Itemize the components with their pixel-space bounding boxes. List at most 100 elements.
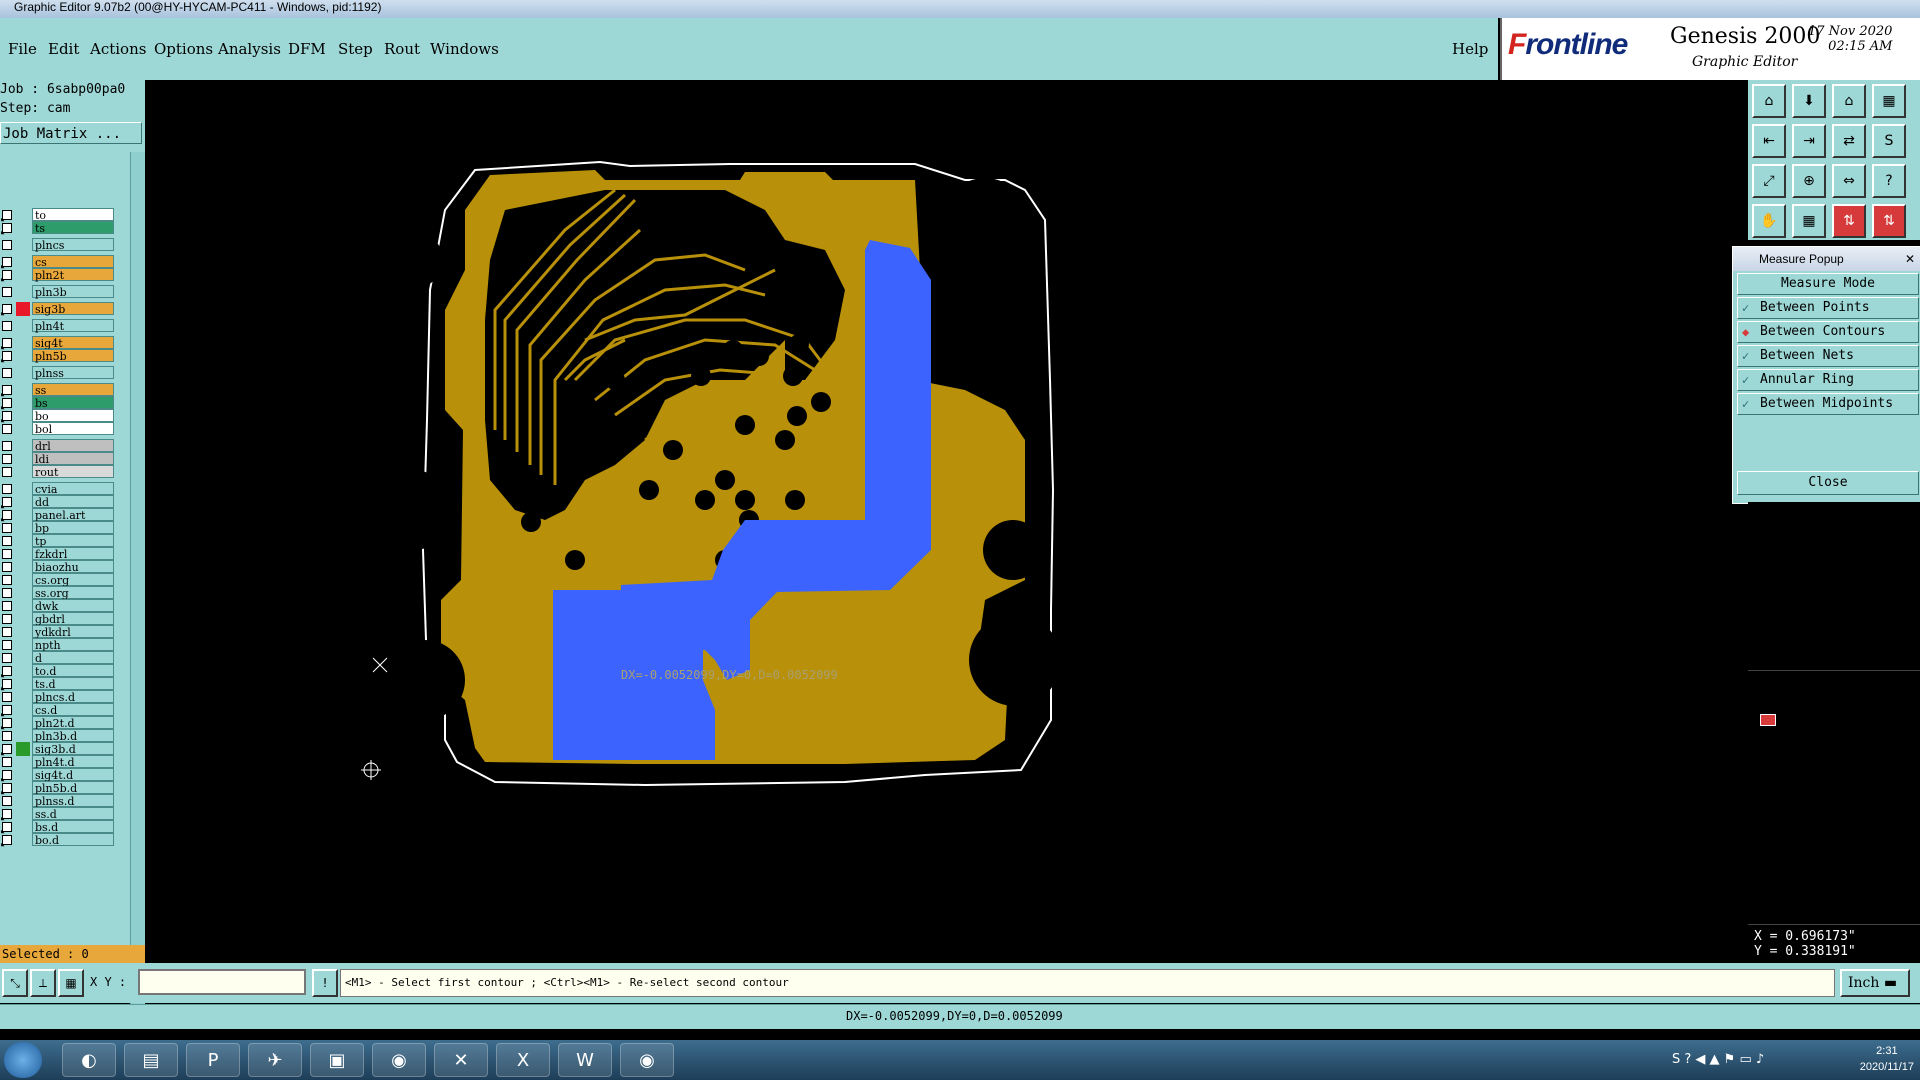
layer-color-swatch[interactable] — [16, 833, 30, 847]
taskbar-app-genesis-icon[interactable]: ◉ — [620, 1043, 674, 1077]
menu-actions[interactable]: Actions — [90, 40, 146, 58]
layer-row[interactable]: panel.art⬋ — [0, 508, 118, 527]
layer-name[interactable]: d — [32, 651, 114, 665]
menu-options[interactable]: Options — [154, 40, 213, 58]
layer-row[interactable]: ss.d⬋ — [0, 807, 118, 826]
layer-checkbox[interactable] — [2, 368, 12, 378]
layer-name[interactable]: ss.d — [32, 807, 114, 821]
layer-name[interactable]: pln5b.d — [32, 781, 114, 795]
menu-edit[interactable]: Edit — [48, 40, 79, 58]
layer-color-swatch[interactable] — [16, 599, 30, 613]
xy-input[interactable] — [138, 969, 306, 995]
layer-row[interactable]: bol — [0, 422, 118, 436]
layer-row[interactable]: npth — [0, 638, 118, 652]
layer-color-swatch[interactable] — [16, 586, 30, 600]
layer-name[interactable]: dd — [32, 495, 114, 509]
layer-row[interactable]: sig4t.d⬋ — [0, 768, 118, 787]
layer-row[interactable]: pln2t.d⬋ — [0, 716, 118, 735]
layer-checkbox[interactable] — [2, 467, 12, 477]
layer-color-swatch[interactable] — [16, 612, 30, 626]
layer-name[interactable]: cs — [32, 255, 114, 269]
layer-row[interactable]: ydkdrl — [0, 625, 118, 639]
layer-checkbox[interactable] — [2, 287, 12, 297]
layer-color-swatch[interactable] — [16, 208, 30, 222]
layer-name[interactable]: ldi — [32, 452, 114, 466]
layer-name[interactable]: pln3b — [32, 285, 114, 299]
layer-checkbox[interactable] — [2, 601, 12, 611]
layer-checkbox[interactable] — [2, 398, 12, 408]
layer-name[interactable]: bs.d — [32, 820, 114, 834]
pcb-view[interactable]: DX=-0.0052099,DY=0,D=0.0052099 — [145, 80, 1747, 960]
layer-checkbox[interactable] — [2, 627, 12, 637]
layer-name[interactable]: bo — [32, 409, 114, 423]
taskbar-app-shell-icon[interactable]: ◐ — [62, 1043, 116, 1077]
layer-color-swatch[interactable] — [16, 285, 30, 299]
layer-color-swatch[interactable] — [16, 781, 30, 795]
layer-checkbox[interactable] — [2, 705, 12, 715]
layer-checkbox[interactable] — [2, 549, 12, 559]
layer-row[interactable]: ts.d⬋ — [0, 677, 118, 696]
layer-checkbox[interactable] — [2, 304, 12, 314]
layer-color-swatch[interactable] — [16, 625, 30, 639]
layer-color-swatch[interactable] — [16, 651, 30, 665]
layer-row[interactable]: bo.d⬋ — [0, 833, 118, 852]
layer-name[interactable]: rout — [32, 465, 114, 479]
layer-checkbox[interactable] — [2, 731, 12, 741]
layer-name[interactable]: bo.d — [32, 833, 114, 847]
layer-row[interactable]: bo⬋ — [0, 409, 118, 428]
taskbar-app-excel-icon[interactable]: X — [496, 1043, 550, 1077]
layer-name[interactable]: npth — [32, 638, 114, 652]
layer-row[interactable]: pln4t — [0, 319, 118, 333]
layer-checkbox[interactable] — [2, 223, 12, 233]
close-icon[interactable]: ✕ — [1905, 247, 1915, 271]
layer-name[interactable]: biaozhu — [32, 560, 114, 574]
layer-name[interactable]: bp — [32, 521, 114, 535]
layer-checkbox[interactable] — [2, 588, 12, 598]
layer-row[interactable]: gbdrl — [0, 612, 118, 626]
info-icon[interactable]: ! — [312, 969, 338, 997]
layer-checkbox[interactable] — [2, 257, 12, 267]
layer-checkbox[interactable] — [2, 614, 12, 624]
taskbar-app-word-icon[interactable]: W — [558, 1043, 612, 1077]
layer-row[interactable]: sig3b.d⬋ — [0, 742, 118, 761]
layer-color-swatch[interactable] — [16, 521, 30, 535]
layer-checkbox[interactable] — [2, 835, 12, 845]
layer-checkbox[interactable] — [2, 796, 12, 806]
layer-row[interactable]: pln3b — [0, 285, 118, 299]
snake-icon[interactable]: S — [1872, 124, 1906, 158]
layer-checkbox[interactable] — [2, 411, 12, 421]
layer-checkbox[interactable] — [2, 523, 12, 533]
units-select[interactable]: Inch ▬ — [1840, 969, 1910, 997]
layer-checkbox[interactable] — [2, 783, 12, 793]
layer-row[interactable]: fzkdrl — [0, 547, 118, 561]
layer-color-swatch[interactable] — [16, 716, 30, 730]
layer-name[interactable]: pln4t — [32, 319, 114, 333]
layer-name[interactable]: pln3b.d — [32, 729, 114, 743]
taskbar-app-save-icon[interactable]: ▣ — [310, 1043, 364, 1077]
layer-color-swatch[interactable] — [16, 690, 30, 704]
layer-checkbox[interactable] — [2, 497, 12, 507]
layer-name[interactable]: tp — [32, 534, 114, 548]
grid-icon[interactable]: ▦ — [1872, 84, 1906, 118]
layer-row[interactable]: plnss — [0, 366, 118, 380]
system-tray-icons[interactable]: S ? ◀ ▲ ⚑ ▭ ♪ — [1672, 1052, 1764, 1067]
layer-checkbox[interactable] — [2, 210, 12, 220]
layer-color-swatch[interactable] — [16, 349, 30, 363]
layer-row[interactable]: pln5b.d⬋ — [0, 781, 118, 800]
layer-checkbox[interactable] — [2, 510, 12, 520]
start-button[interactable] — [4, 1042, 42, 1078]
layer-color-swatch[interactable] — [16, 807, 30, 821]
layer-color-swatch[interactable] — [16, 677, 30, 691]
select-tool-icon[interactable]: ⤡ — [2, 969, 28, 997]
layer-checkbox[interactable] — [2, 484, 12, 494]
layer-row[interactable]: cs⬋ — [0, 255, 118, 274]
layer-row[interactable]: plnss.d — [0, 794, 118, 808]
layer-name[interactable]: gbdrl — [32, 612, 114, 626]
layer-color-swatch[interactable] — [16, 495, 30, 509]
layer-name[interactable]: sig3b — [32, 302, 114, 316]
layer-row[interactable]: bs⬋ — [0, 396, 118, 415]
layer-color-swatch[interactable] — [16, 664, 30, 678]
layer-color-swatch[interactable] — [16, 255, 30, 269]
layer-row[interactable]: bp — [0, 521, 118, 535]
layer-color-swatch[interactable] — [16, 703, 30, 717]
